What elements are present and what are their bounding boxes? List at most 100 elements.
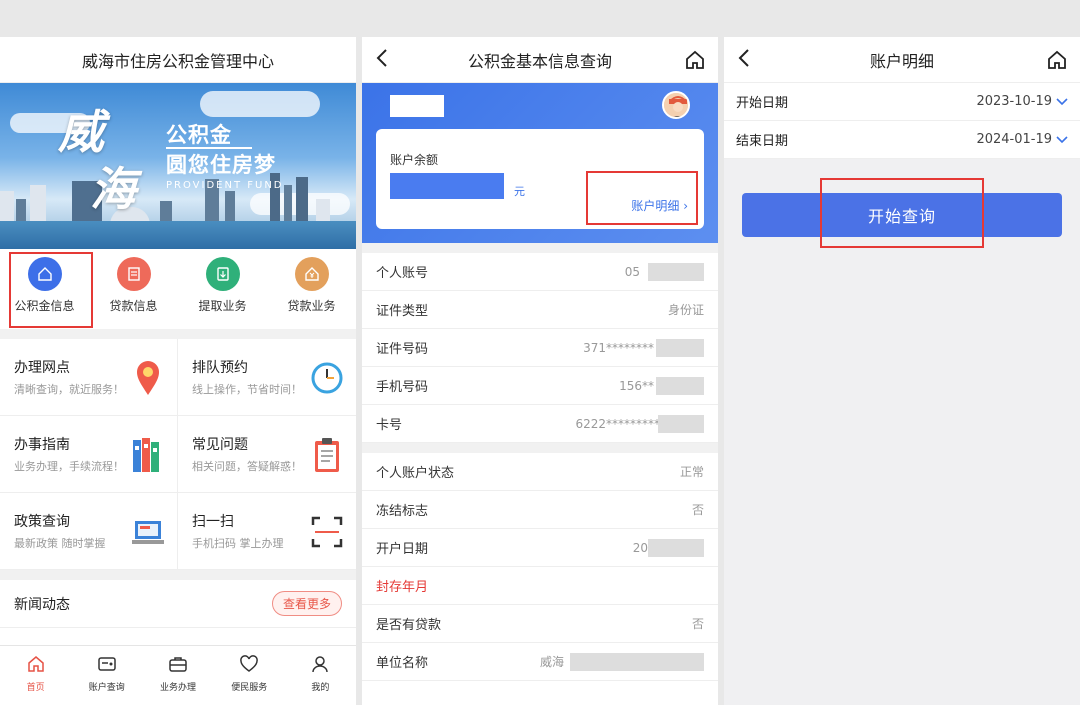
location-pin-icon [137,361,159,395]
page-title: 威海市住房公积金管理中心 [81,51,274,71]
info-key: 证件号码 [376,342,429,357]
info-value: 身份证 [667,303,704,317]
account-detail-screen: 账户明细 开始日期 2023-10-19 结束日期 2024-01-19 开始查… [724,37,1080,705]
laptop-icon [132,521,164,544]
chevron-down-icon [1056,133,1068,147]
service-guide[interactable]: 办事指南 业务办理，手续流程！ [0,416,178,493]
quick-item-label: 提取业务 [198,299,247,313]
binders-icon [133,438,159,472]
quick-item-withdraw[interactable]: 提取业务 [178,257,267,329]
back-arrow-icon[interactable] [738,48,750,73]
info-value: 20 [632,540,648,555]
info-key: 冻结标志 [376,504,429,519]
news-more-button[interactable]: 查看更多 [271,591,342,616]
info-row: 单位名称 威海 [362,643,718,681]
redacted-value [570,653,704,671]
service-scan[interactable]: 扫一扫 手机扫码 掌上办理 [178,493,356,570]
service-queue[interactable]: 排队预约 线上操作，节省时间！ [178,339,356,416]
tab-convenience[interactable]: 便民服务 [214,646,285,705]
info-key: 是否有贷款 [376,618,442,633]
scan-icon [311,516,343,548]
bottom-tab-bar: 首页 账户查询 业务办理 便民服务 我的 [0,645,356,705]
heart-icon [240,655,259,672]
name-redacted [390,95,444,117]
loan-doc-icon [116,257,151,291]
redacted-value [656,339,704,357]
info-row: 个人账号 05 [362,253,718,291]
quick-item-loan-business[interactable]: 贷款业务 [267,257,356,329]
quick-item-label: 贷款信息 [109,299,158,313]
info-key: 卡号 [376,418,403,433]
service-policy[interactable]: 政策查询 最新政策 随时掌握 [0,493,178,570]
info-key: 单位名称 [376,656,429,671]
page-title: 账户明细 [869,51,934,71]
tab-mine[interactable]: 我的 [285,646,356,705]
info-key: 封存年月 [376,580,429,595]
tab-label: 我的 [311,683,330,693]
info-list-b: 个人账户状态 正常 冻结标志 否 开户日期 20 封存年月 是否有贷款 否 单位… [362,453,718,681]
end-date-picker[interactable]: 结束日期 2024-01-19 [724,121,1080,159]
info-list-a: 个人账号 05 证件类型 身份证 证件号码 371******** 手机号码 1… [362,253,718,443]
service-outlets[interactable]: 办理网点 清晰查询，就近服务！ [0,339,178,416]
info-row: 个人账户状态 正常 [362,453,718,491]
tab-label: 首页 [26,683,45,693]
banner-calligraphy: 威 [58,105,104,159]
account-detail-header: 账户明细 [724,37,1080,83]
info-row: 卡号 6222********* [362,405,718,443]
start-date-value: 2023-10-19 [976,94,1052,109]
home-icon[interactable] [684,49,706,75]
info-value: 6222********* [575,416,660,431]
clock-icon [311,362,343,394]
tab-label: 便民服务 [231,683,268,693]
start-date-picker[interactable]: 开始日期 2023-10-19 [724,83,1080,121]
info-row: 封存年月 [362,567,718,605]
info-value: 156** [619,378,654,393]
news-section: 新闻动态 查看更多 [0,580,356,628]
service-faq[interactable]: 常见问题 相关问题，答疑解惑！ [178,416,356,493]
info-key: 证件类型 [376,304,429,319]
section-gap [0,329,356,339]
info-key: 个人账号 [376,266,429,281]
home-icon [27,656,44,672]
page-title: 公积金基本信息查询 [467,51,612,71]
home-icon[interactable] [1046,49,1068,75]
account-card-icon [98,657,116,671]
info-row: 证件号码 371******** [362,329,718,367]
banner-building [30,185,46,225]
balance-redacted [390,173,504,199]
quick-item-loan-info[interactable]: 贷款信息 [89,257,178,329]
banner-building [0,191,14,225]
tab-label: 业务办理 [160,683,197,693]
info-value: 05 [624,264,640,279]
avatar[interactable] [662,91,690,119]
date-range-form: 开始日期 2023-10-19 结束日期 2024-01-19 [724,83,1080,159]
banner-building [225,191,235,225]
banner-tagline-en: PROVIDENT FUND [166,180,284,191]
highlight-box [9,252,93,328]
banner-tagline: 圆您住房梦 [166,153,276,177]
banner-building [284,185,292,225]
house-yuan-icon [294,257,329,291]
banner-sea [0,221,356,249]
banner-tagline: 公积金 [166,123,232,147]
info-row: 证件类型 身份证 [362,291,718,329]
info-key: 开户日期 [376,542,429,557]
redacted-value [656,377,704,395]
user-icon [312,656,329,673]
section-gap [0,570,356,580]
back-arrow-icon[interactable] [376,48,388,73]
tab-business[interactable]: 业务办理 [142,646,213,705]
info-value: 否 [691,617,704,631]
info-value: 371******** [583,340,654,355]
home-banner[interactable]: 威 海 公积金 圆您住房梦 PROVIDENT FUND [0,83,356,249]
banner-cloud [200,91,320,117]
redacted-value [648,263,704,281]
quick-item-label: 贷款业务 [287,299,336,313]
info-row: 是否有贷款 否 [362,605,718,643]
banner-calligraphy: 海 [90,162,136,216]
tab-account[interactable]: 账户查询 [71,646,142,705]
fund-info-screen: 公积金基本信息查询 账户余额 元 账户明细 › 个人账号 05 证件类型 身份证… [362,37,718,705]
tab-home[interactable]: 首页 [0,646,71,705]
account-header: 账户余额 元 账户明细 › [362,83,718,243]
redacted-value [648,539,704,557]
